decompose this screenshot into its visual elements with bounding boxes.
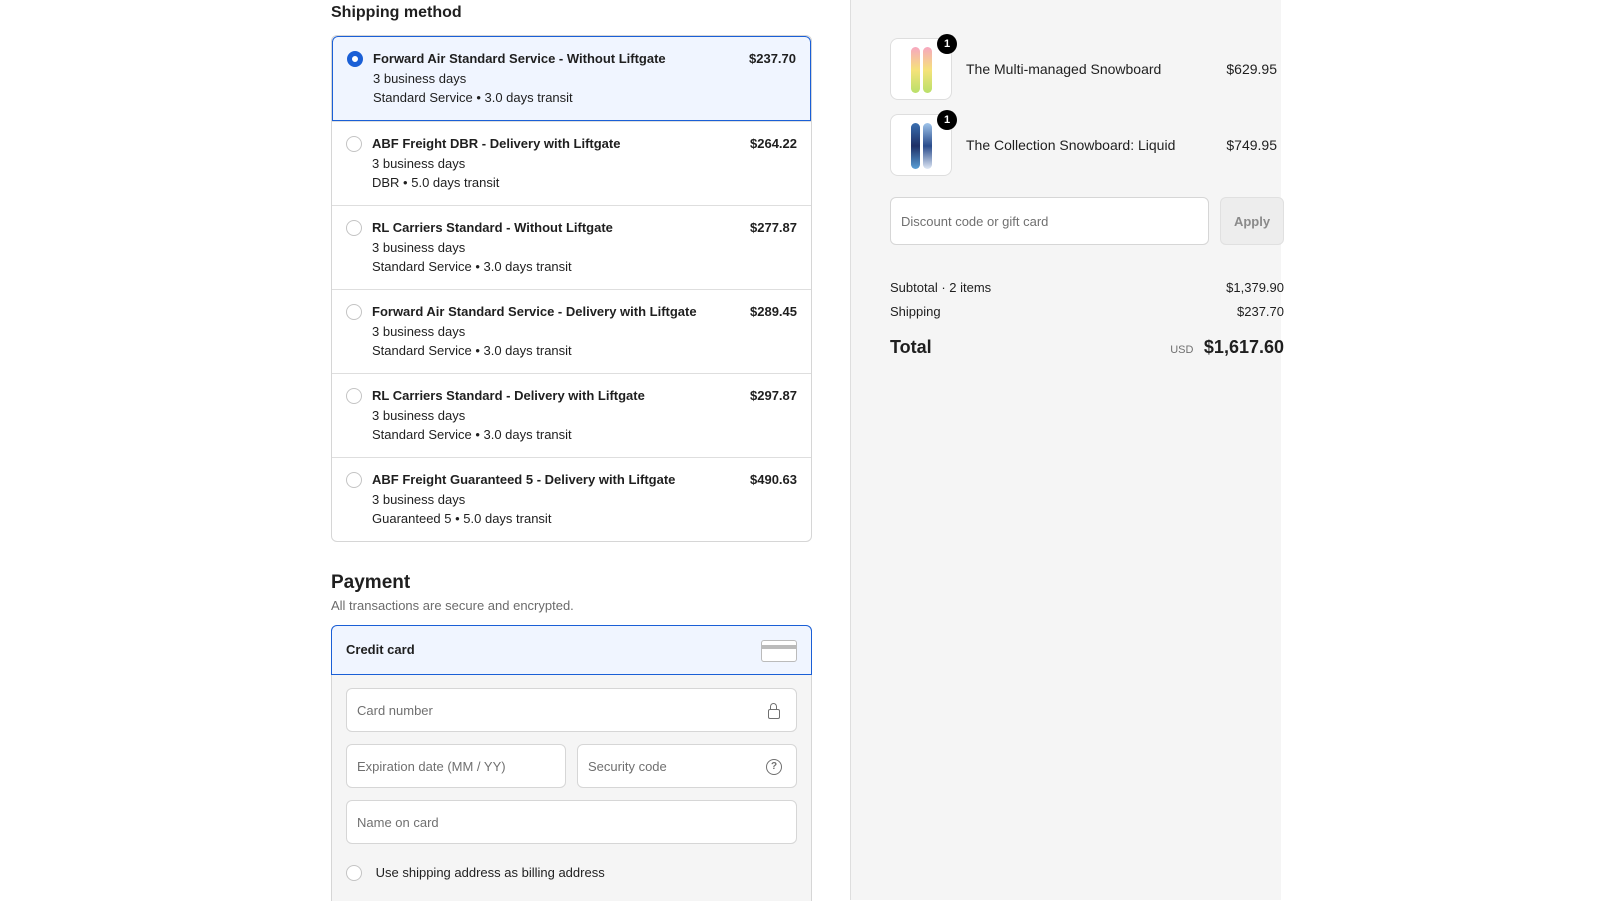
shipping-option-detail: Standard Service • 3.0 days transit [372,427,572,442]
shipping-option-days: 3 business days [372,240,466,255]
subtotal-value: $1,379.90 [1226,280,1284,295]
credit-card-icon [761,640,797,662]
billing-address-checkbox[interactable] [346,864,362,881]
shipping-option-name: ABF Freight Guaranteed 5 - Delivery with… [372,472,676,487]
item-name: The Collection Snowboard: Liquid [966,137,1176,153]
shipping-option-name: RL Carriers Standard - Without Liftgate [372,220,613,235]
shipping-option-name: ABF Freight DBR - Delivery with Liftgate [372,136,621,151]
lock-icon [768,703,780,719]
shipping-option-price: $237.70 [749,51,796,66]
shipping-value: $237.70 [1237,304,1284,319]
expiration-input[interactable] [347,745,532,787]
radio-icon[interactable] [346,472,362,488]
shipping-option-days: 3 business days [372,324,466,339]
card-number-field[interactable] [346,688,797,732]
radio-icon[interactable] [346,304,362,320]
shipping-option-detail: Standard Service • 3.0 days transit [373,90,573,105]
radio-icon[interactable] [346,136,362,152]
name-on-card-field[interactable] [346,800,797,844]
order-summary: 1 The Multi-managed Snowboard $629.95 1 … [890,0,1284,357]
shipping-option-detail: Standard Service • 3.0 days transit [372,343,572,358]
discount-field[interactable] [890,197,1209,245]
item-name: The Multi-managed Snowboard [966,61,1162,77]
cart-item: 1 The Collection Snowboard: Liquid $749.… [890,76,1277,176]
expiration-field[interactable] [346,744,566,788]
cart-item: 1 The Multi-managed Snowboard $629.95 [890,0,1277,100]
shipping-label: Shipping [890,304,941,319]
security-code-field[interactable]: ? [577,744,797,788]
total-value-group: USD $1,617.60 [1170,337,1284,358]
total-label: Total [890,337,932,357]
shipping-option-name: Forward Air Standard Service - Delivery … [372,304,697,319]
radio-icon[interactable] [346,220,362,236]
shipping-method-title: Shipping method [331,4,462,21]
payment-subtitle: All transactions are secure and encrypte… [331,598,574,613]
checkout-main: Shipping method Forward Air Standard Ser… [331,0,812,901]
card-number-input[interactable] [347,689,717,731]
payment-title: Payment [331,572,411,593]
quantity-badge: 1 [937,110,957,130]
currency-code: USD [1170,344,1194,356]
shipping-option[interactable]: RL Carriers Standard - Delivery with Lif… [332,373,811,457]
shipping-option[interactable]: ABF Freight DBR - Delivery with Liftgate… [332,121,811,205]
item-price: $749.95 [1226,137,1277,153]
security-code-input[interactable] [578,745,763,787]
credit-card-option[interactable]: Credit card [331,625,812,675]
subtotal-row: Subtotal · 2 items $1,379.90 [890,280,1284,295]
shipping-option-detail: DBR • 5.0 days transit [372,175,500,190]
snowboard-image [911,123,920,169]
payment-method-box: Credit card ? Use shipping address as bi… [331,625,812,901]
quantity-badge: 1 [937,34,957,54]
credit-card-label: Credit card [346,642,415,657]
subtotal-label: Subtotal · 2 items [890,280,992,295]
apply-button[interactable]: Apply [1220,197,1284,245]
billing-address-checkbox-row[interactable]: Use shipping address as billing address [346,864,605,881]
snowboard-image [923,123,932,169]
shipping-option-days: 3 business days [373,71,467,86]
shipping-option-name: Forward Air Standard Service - Without L… [373,51,666,66]
shipping-option-detail: Guaranteed 5 • 5.0 days transit [372,511,552,526]
discount-input[interactable] [890,197,1209,245]
shipping-options-list: Forward Air Standard Service - Without L… [331,35,812,542]
shipping-option-days: 3 business days [372,408,466,423]
shipping-option-price: $264.22 [750,136,797,151]
shipping-option-price: $297.87 [750,388,797,403]
billing-address-label: Use shipping address as billing address [375,865,605,881]
shipping-option-days: 3 business days [372,492,466,507]
shipping-option-days: 3 business days [372,156,466,171]
shipping-option[interactable]: RL Carriers Standard - Without Liftgate … [332,205,811,289]
shipping-option-price: $289.45 [750,304,797,319]
radio-icon[interactable] [346,388,362,404]
shipping-option[interactable]: Forward Air Standard Service - Delivery … [332,289,811,373]
shipping-option[interactable]: ABF Freight Guaranteed 5 - Delivery with… [332,457,811,541]
shipping-option-name: RL Carriers Standard - Delivery with Lif… [372,388,645,403]
total-row: Total USD $1,617.60 [890,337,1284,358]
shipping-option[interactable]: Forward Air Standard Service - Without L… [332,36,811,121]
question-circle-icon[interactable]: ? [766,759,782,775]
shipping-row: Shipping $237.70 [890,304,1284,319]
shipping-option-detail: Standard Service • 3.0 days transit [372,259,572,274]
radio-selected-icon[interactable] [347,51,363,67]
item-price: $629.95 [1226,61,1277,77]
shipping-option-price: $277.87 [750,220,797,235]
shipping-option-price: $490.63 [750,472,797,487]
total-value: $1,617.60 [1203,337,1284,357]
name-on-card-input[interactable] [347,801,717,843]
